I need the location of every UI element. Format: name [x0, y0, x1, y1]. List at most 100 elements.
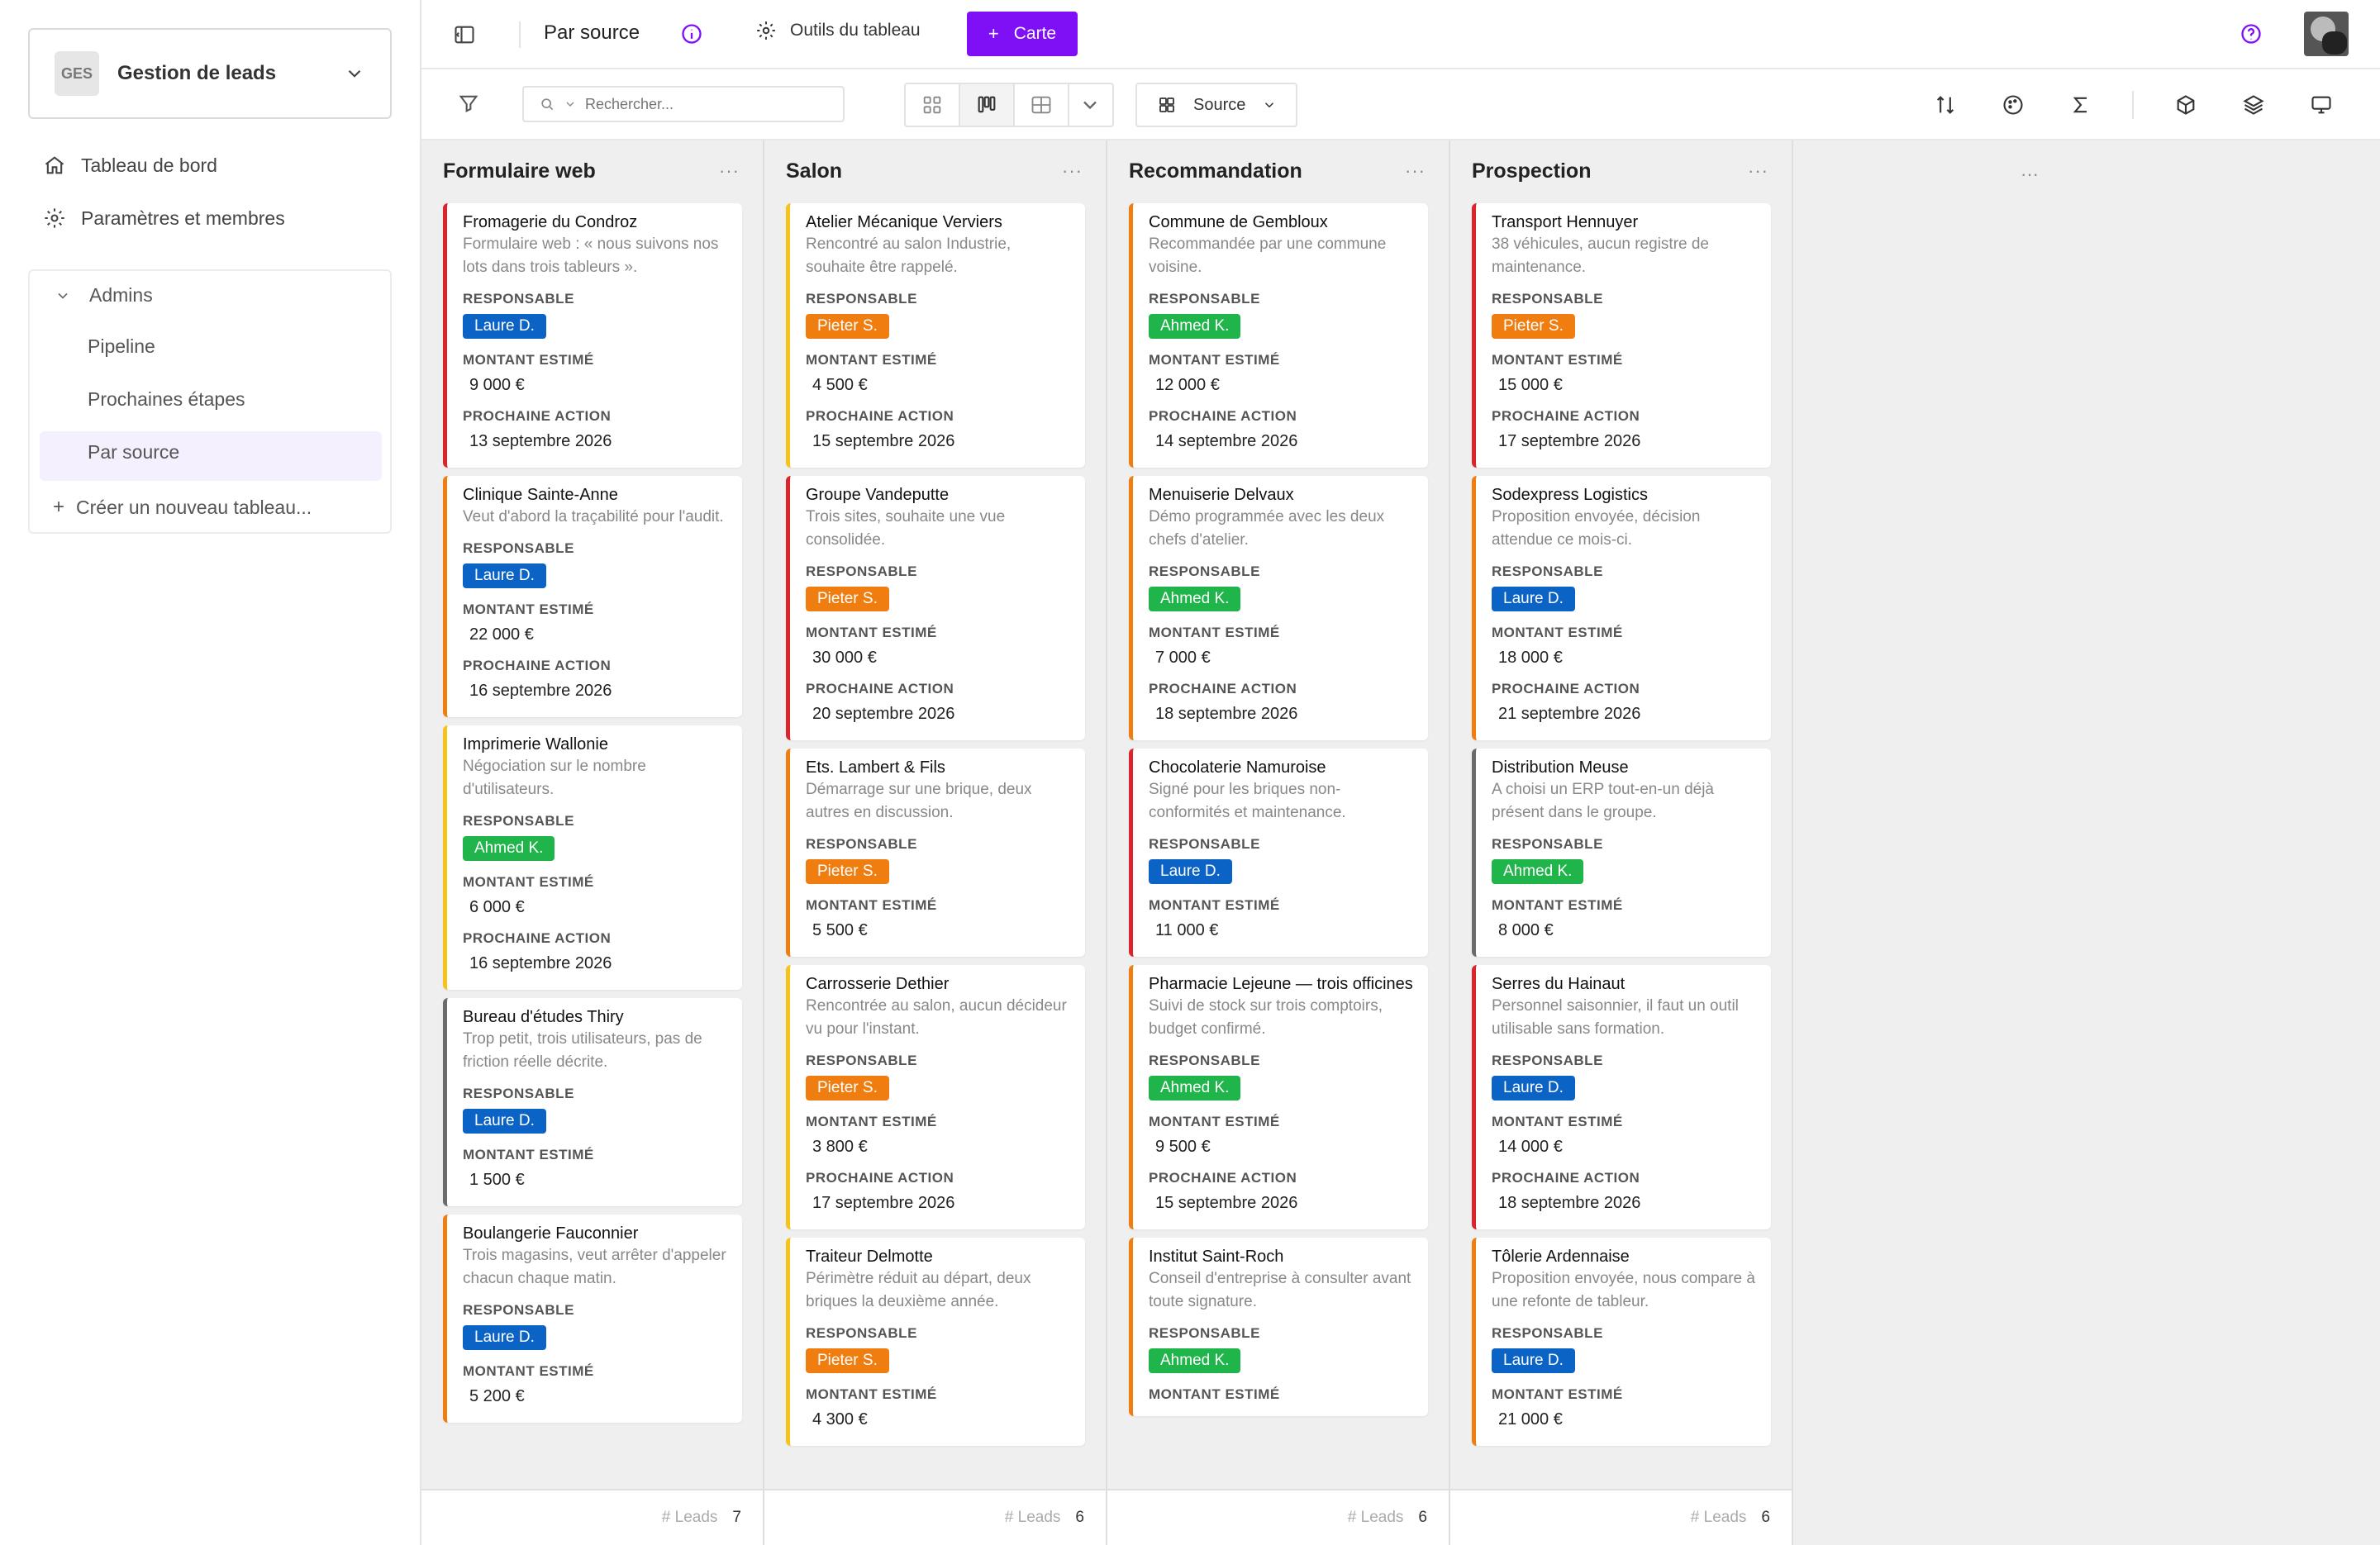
package-button[interactable] — [2173, 93, 2198, 117]
lead-card[interactable]: Serres du Hainaut Personnel saisonnier, i… — [1472, 965, 1771, 1229]
header-bar: Par source Outils du tableau + Carte — [421, 0, 2380, 69]
lead-card[interactable]: Commune de Gembloux Recommandée par une c… — [1129, 203, 1428, 468]
more-icon[interactable]: ··· — [2021, 164, 2039, 185]
add-card-button[interactable]: + Carte — [967, 12, 1078, 56]
more-icon[interactable]: ··· — [1405, 160, 1426, 182]
owner-tag: Pieter S. — [806, 1348, 889, 1373]
monitor-icon — [2311, 96, 2331, 114]
nav-dashboard[interactable]: Tableau de bord — [43, 154, 217, 177]
card-description: Démarrage sur une brique, deux autres en… — [806, 781, 1032, 821]
chevron-down-icon — [566, 102, 574, 107]
toggle-sidebar-button[interactable] — [451, 21, 478, 48]
field-label-amount: MONTANT ESTIMÉ — [806, 352, 937, 368]
next-action-value: 17 septembre 2026 — [1498, 432, 1641, 450]
owner-tag: Laure D. — [1492, 587, 1575, 611]
lead-card[interactable]: Boulangerie Fauconnier Trois magasins, ve… — [443, 1215, 742, 1423]
column-footer: # Leads 6 — [1107, 1489, 1449, 1545]
count-label: # Leads — [1347, 1509, 1404, 1526]
field-label-owner: RESPONSABLE — [1492, 1325, 1603, 1341]
card-title: Boulangerie Fauconnier — [463, 1224, 639, 1243]
lead-card[interactable]: Fromagerie du Condroz Formulaire web : « … — [443, 203, 742, 468]
card-description: A choisi un ERP tout-en-un déjà présent … — [1492, 781, 1714, 821]
filter-button[interactable] — [456, 91, 481, 116]
avatar[interactable] — [2304, 12, 2349, 56]
amount-value: 1 500 € — [469, 1171, 525, 1189]
filter-icon — [459, 95, 478, 113]
board-item-by-source[interactable]: Par source — [88, 441, 179, 464]
color-button[interactable] — [2001, 93, 2025, 117]
lead-card[interactable]: Traiteur Delmotte Périmètre réduit au dép… — [786, 1238, 1085, 1446]
field-label-owner: RESPONSABLE — [1492, 836, 1603, 852]
sort-button[interactable] — [1933, 93, 1958, 117]
view-more-button[interactable] — [1069, 84, 1111, 126]
workspace-badge: GES — [55, 51, 99, 96]
column-title: Recommandation — [1129, 159, 1302, 183]
create-board-button[interactable]: + Créer un nouveau tableau... — [53, 496, 312, 519]
view-kanban-button[interactable] — [960, 84, 1015, 126]
column-title: Prospection — [1472, 159, 1592, 183]
lead-card[interactable]: Tôlerie Ardennaise Proposition envoyée, n… — [1472, 1238, 1771, 1446]
more-icon[interactable]: ··· — [1062, 160, 1083, 182]
amount-value: 22 000 € — [469, 625, 534, 644]
lead-card[interactable]: Clinique Sainte-Anne Veut d'abord la traç… — [443, 476, 742, 717]
board-item-next-steps[interactable]: Prochaines étapes — [88, 388, 245, 411]
field-label-amount: MONTANT ESTIMÉ — [1492, 1386, 1623, 1402]
column-footer: # Leads 6 — [1450, 1489, 1792, 1545]
workspace-switcher[interactable]: GES Gestion de leads — [28, 28, 392, 119]
lead-card[interactable]: Chocolaterie Namuroise Signé pour les bri… — [1129, 749, 1428, 957]
owner-tag: Ahmed K. — [1149, 1076, 1241, 1101]
view-grid-button[interactable] — [906, 84, 960, 126]
nav-settings-members[interactable]: Paramètres et membres — [43, 207, 285, 230]
layers-button[interactable] — [2241, 93, 2266, 117]
field-label-owner: RESPONSABLE — [1492, 291, 1603, 307]
owner-tag: Pieter S. — [806, 314, 889, 339]
lead-card[interactable]: Transport Hennuyer 38 véhicules, aucun re… — [1472, 203, 1771, 468]
board-tools-button[interactable]: Outils du tableau — [755, 20, 921, 41]
field-label-owner: RESPONSABLE — [806, 836, 917, 852]
card-title: Bureau d'études Thiry — [463, 1008, 624, 1026]
amount-value: 7 000 € — [1155, 649, 1211, 667]
lead-card[interactable]: Carrosserie Dethier Rencontrée au salon, … — [786, 965, 1085, 1229]
amount-value: 9 500 € — [1155, 1138, 1211, 1156]
gear-icon — [757, 21, 775, 40]
amount-value: 15 000 € — [1498, 376, 1563, 394]
amount-value: 3 800 € — [812, 1138, 868, 1156]
lead-card[interactable]: Sodexpress Logistics Proposition envoyée,… — [1472, 476, 1771, 740]
amount-value: 9 000 € — [469, 376, 525, 394]
field-label-next-action: PROCHAINE ACTION — [1492, 1170, 1640, 1186]
lead-card[interactable]: Atelier Mécanique Verviers Rencontré au s… — [786, 203, 1085, 468]
card-title: Chocolaterie Namuroise — [1149, 758, 1326, 777]
group-by-select[interactable]: Source — [1135, 83, 1297, 127]
lead-card[interactable]: Menuiserie Delvaux Démo programmée avec l… — [1129, 476, 1428, 740]
board-info-button[interactable] — [679, 21, 704, 46]
present-button[interactable] — [2309, 93, 2334, 117]
field-label-amount: MONTANT ESTIMÉ — [1149, 1386, 1280, 1402]
owner-tag: Laure D. — [1149, 859, 1232, 884]
lead-card[interactable]: Pharmacie Lejeune — trois officines Suivi… — [1129, 965, 1428, 1229]
board-item-pipeline[interactable]: Pipeline — [88, 335, 155, 358]
group-icon — [1159, 97, 1174, 112]
card-description: Conseil d'entreprise à consulter avant t… — [1149, 1270, 1411, 1310]
lead-card[interactable]: Groupe Vandeputte Trois sites, souhaite u… — [786, 476, 1085, 740]
amount-value: 14 000 € — [1498, 1138, 1563, 1156]
field-label-owner: RESPONSABLE — [463, 291, 574, 307]
lead-card[interactable]: Ets. Lambert & Fils Démarrage sur une bri… — [786, 749, 1085, 957]
board-toolbar: Source — [421, 69, 2380, 140]
more-icon[interactable]: ··· — [1748, 160, 1768, 182]
search-icon — [541, 98, 554, 111]
more-icon[interactable]: ··· — [719, 160, 740, 182]
sigma-icon — [2073, 97, 2087, 113]
sum-button[interactable] — [2068, 93, 2093, 117]
search-box[interactable] — [522, 86, 845, 122]
view-table-button[interactable] — [1015, 84, 1069, 126]
field-label-owner: RESPONSABLE — [1149, 563, 1260, 579]
lead-card[interactable]: Bureau d'études Thiry Trop petit, trois u… — [443, 998, 742, 1206]
card-title: Distribution Meuse — [1492, 758, 1629, 777]
next-action-value: 15 septembre 2026 — [812, 432, 955, 450]
lead-card[interactable]: Distribution Meuse A choisi un ERP tout-e… — [1472, 749, 1771, 957]
lead-card[interactable]: Imprimerie Wallonie Négociation sur le no… — [443, 725, 742, 990]
help-button[interactable] — [2240, 22, 2263, 45]
search-input[interactable] — [585, 95, 833, 113]
lead-card[interactable]: Institut Saint-Roch Conseil d'entreprise … — [1129, 1238, 1428, 1416]
group-toggle-admins[interactable]: Admins — [55, 284, 153, 307]
